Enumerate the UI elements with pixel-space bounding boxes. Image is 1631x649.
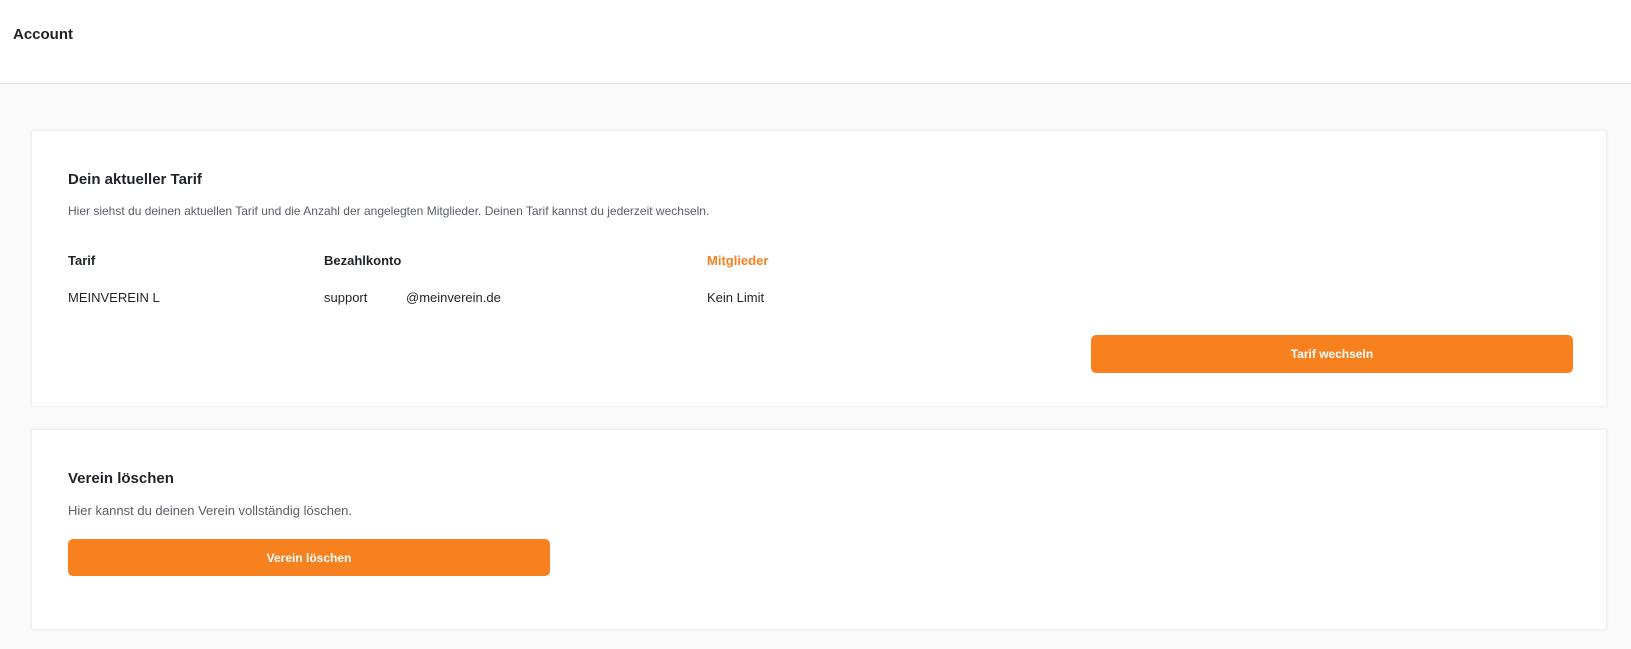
page-title: Account <box>13 26 73 43</box>
mitglieder-value: Kein Limit <box>707 290 765 305</box>
delete-club-description: Hier kannst du deinen Verein vollständig… <box>68 503 353 518</box>
tarif-column-label: Tarif <box>68 253 96 268</box>
current-plan-description: Hier siehst du deinen aktuellen Tarif un… <box>68 204 710 218</box>
current-plan-heading: Dein aktueller Tarif <box>68 171 202 188</box>
bezahlkonto-domain: @meinverein.de <box>406 290 501 305</box>
current-plan-card: Dein aktueller Tarif Hier siehst du dein… <box>31 130 1607 407</box>
delete-club-heading: Verein löschen <box>68 470 174 487</box>
tarif-value: MEINVEREIN L <box>68 290 160 305</box>
change-plan-button[interactable]: Tarif wechseln <box>1091 335 1573 373</box>
top-bar: Account <box>0 0 1631 84</box>
delete-club-button[interactable]: Verein löschen <box>68 539 550 576</box>
mitglieder-column-label[interactable]: Mitglieder <box>707 253 768 268</box>
delete-club-card: Verein löschen Hier kannst du deinen Ver… <box>31 429 1607 630</box>
bezahlkonto-user: support <box>324 290 368 305</box>
bezahlkonto-column-label: Bezahlkonto <box>324 253 402 268</box>
